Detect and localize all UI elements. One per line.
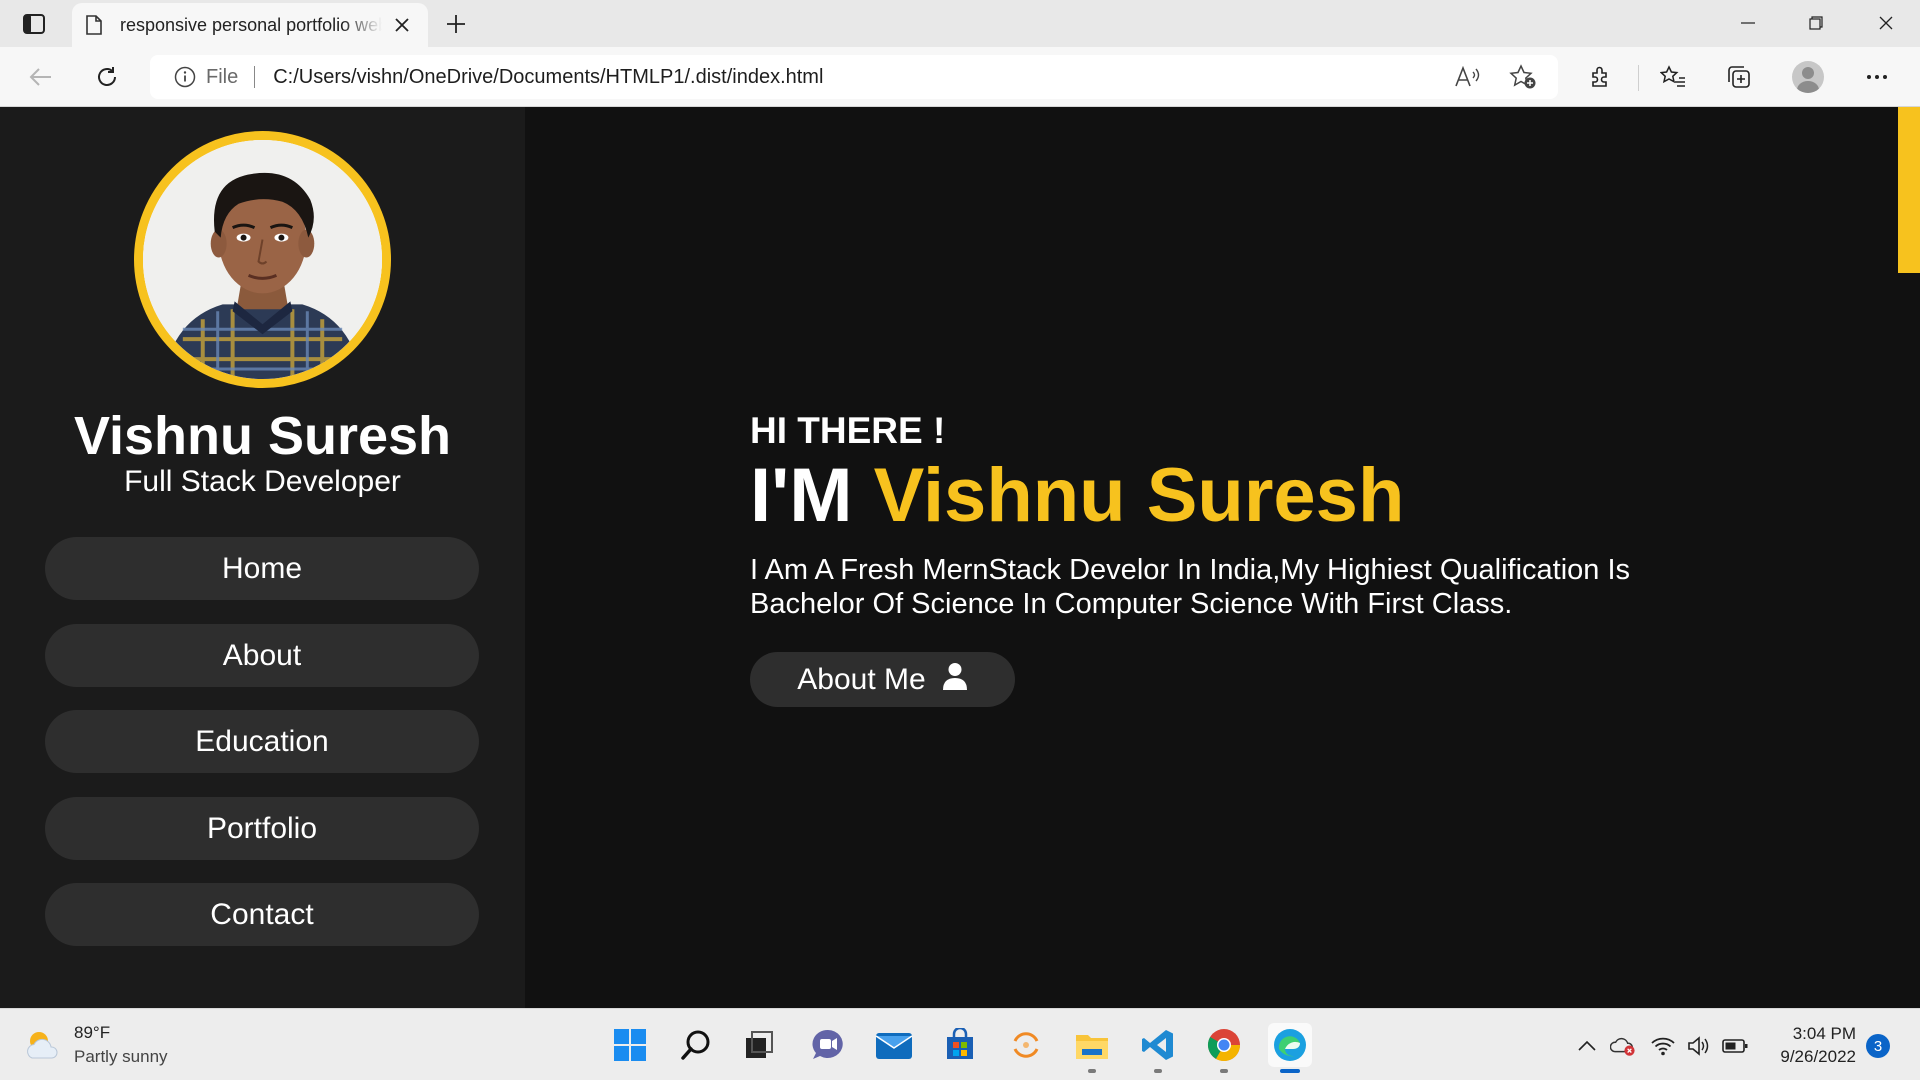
nav-portfolio-button[interactable]: Portfolio xyxy=(45,797,479,860)
read-aloud-icon[interactable] xyxy=(1450,60,1484,94)
favorites-icon[interactable] xyxy=(1656,60,1690,94)
nav-home-button[interactable]: Home xyxy=(45,537,479,600)
tab-title: responsive personal portfolio website xyxy=(120,14,382,35)
onedrive-error-icon[interactable] xyxy=(1610,1033,1636,1059)
clock-time: 3:04 PM xyxy=(1792,1024,1856,1043)
hero-section: HI THERE ! I'M Vishnu Suresh I Am A Fres… xyxy=(525,107,1898,1008)
refresh-icon[interactable] xyxy=(90,60,124,94)
user-icon xyxy=(942,662,968,698)
vscode-icon[interactable] xyxy=(1136,1023,1180,1073)
profile-icon[interactable] xyxy=(1791,60,1825,94)
profile-photo xyxy=(134,131,391,388)
clock-date: 9/26/2022 xyxy=(1780,1047,1856,1066)
sidebar-name: Vishnu Suresh xyxy=(73,406,452,466)
browser-toolbar: File C:/Users/vishn/OneDrive/Documents/H… xyxy=(0,47,1920,107)
more-options-icon[interactable] xyxy=(1860,60,1894,94)
edge-icon[interactable] xyxy=(1268,1023,1312,1073)
teams-chat-icon[interactable] xyxy=(806,1023,850,1067)
info-icon[interactable] xyxy=(174,66,196,88)
toolbar-divider xyxy=(1638,65,1639,91)
sidebar: Vishnu Suresh Full Stack Developer Home … xyxy=(0,107,525,1008)
system-clock[interactable]: 3:04 PM 9/26/2022 xyxy=(1762,1022,1856,1068)
page-icon xyxy=(84,13,104,37)
page-viewport: Vishnu Suresh Full Stack Developer Home … xyxy=(0,107,1920,1008)
running-indicator xyxy=(1220,1069,1228,1073)
nav-education-button[interactable]: Education xyxy=(45,710,479,773)
weather-desc: Partly sunny xyxy=(74,1047,168,1066)
close-tab-icon[interactable] xyxy=(390,13,414,37)
microsoft-store-icon[interactable] xyxy=(938,1023,982,1067)
collections-icon[interactable] xyxy=(1722,60,1756,94)
about-me-button[interactable]: About Me xyxy=(750,652,1015,707)
address-separator xyxy=(254,66,256,88)
hero-title-prefix: I'M xyxy=(750,453,853,538)
spinner-app-icon[interactable] xyxy=(1004,1023,1048,1067)
browser-tab[interactable]: responsive personal portfolio website xyxy=(72,3,428,47)
add-favorite-icon[interactable] xyxy=(1506,60,1540,94)
start-icon[interactable] xyxy=(608,1023,652,1067)
hero-title-name: Vishnu Suresh xyxy=(873,453,1405,538)
close-window-icon[interactable] xyxy=(1852,0,1920,46)
task-view-icon[interactable] xyxy=(738,1023,782,1067)
back-icon[interactable] xyxy=(24,60,58,94)
hero-greeting: HI THERE ! xyxy=(750,410,946,451)
scrollbar-thumb[interactable] xyxy=(1898,107,1920,273)
weather-widget[interactable]: 89°F Partly sunny xyxy=(24,1023,168,1067)
notification-badge[interactable]: 3 xyxy=(1866,1034,1890,1058)
battery-icon[interactable] xyxy=(1722,1033,1748,1059)
search-icon[interactable] xyxy=(674,1023,718,1067)
wifi-icon[interactable] xyxy=(1650,1033,1676,1059)
address-url[interactable]: C:/Users/vishn/OneDrive/Documents/HTMLP1… xyxy=(273,66,823,89)
new-tab-icon[interactable] xyxy=(440,8,472,40)
volume-icon[interactable] xyxy=(1686,1033,1712,1059)
page-scrollbar[interactable] xyxy=(1898,107,1920,1008)
chevron-up-icon[interactable] xyxy=(1574,1033,1600,1059)
nav-contact-button[interactable]: Contact xyxy=(45,883,479,946)
nav-about-button[interactable]: About xyxy=(45,624,479,687)
sidebar-role: Full Stack Developer xyxy=(124,465,401,498)
tab-actions-icon[interactable] xyxy=(14,10,54,38)
extensions-icon[interactable] xyxy=(1584,60,1618,94)
running-indicator xyxy=(1088,1069,1096,1073)
taskbar: 89°F Partly sunny 3:04 PM 9/26/2022 3 xyxy=(0,1008,1920,1080)
active-indicator xyxy=(1280,1069,1300,1073)
browser-tab-strip: responsive personal portfolio website xyxy=(0,0,1920,47)
mail-icon[interactable] xyxy=(872,1023,916,1067)
hero-description: I Am A Fresh MernStack Develor In India,… xyxy=(750,554,1631,620)
partly-sunny-icon xyxy=(24,1026,62,1064)
portrait-image xyxy=(143,140,382,379)
weather-temp: 89°F xyxy=(74,1023,111,1042)
address-scheme: File xyxy=(206,65,239,88)
chrome-icon[interactable] xyxy=(1202,1023,1246,1073)
running-indicator xyxy=(1154,1069,1162,1073)
about-me-label: About Me xyxy=(797,662,926,696)
restore-icon[interactable] xyxy=(1782,0,1850,46)
address-bar[interactable]: File C:/Users/vishn/OneDrive/Documents/H… xyxy=(150,55,1558,99)
minimize-icon[interactable] xyxy=(1714,0,1782,46)
hero-title: I'M Vishnu Suresh xyxy=(750,452,1404,539)
file-explorer-icon[interactable] xyxy=(1070,1023,1114,1073)
